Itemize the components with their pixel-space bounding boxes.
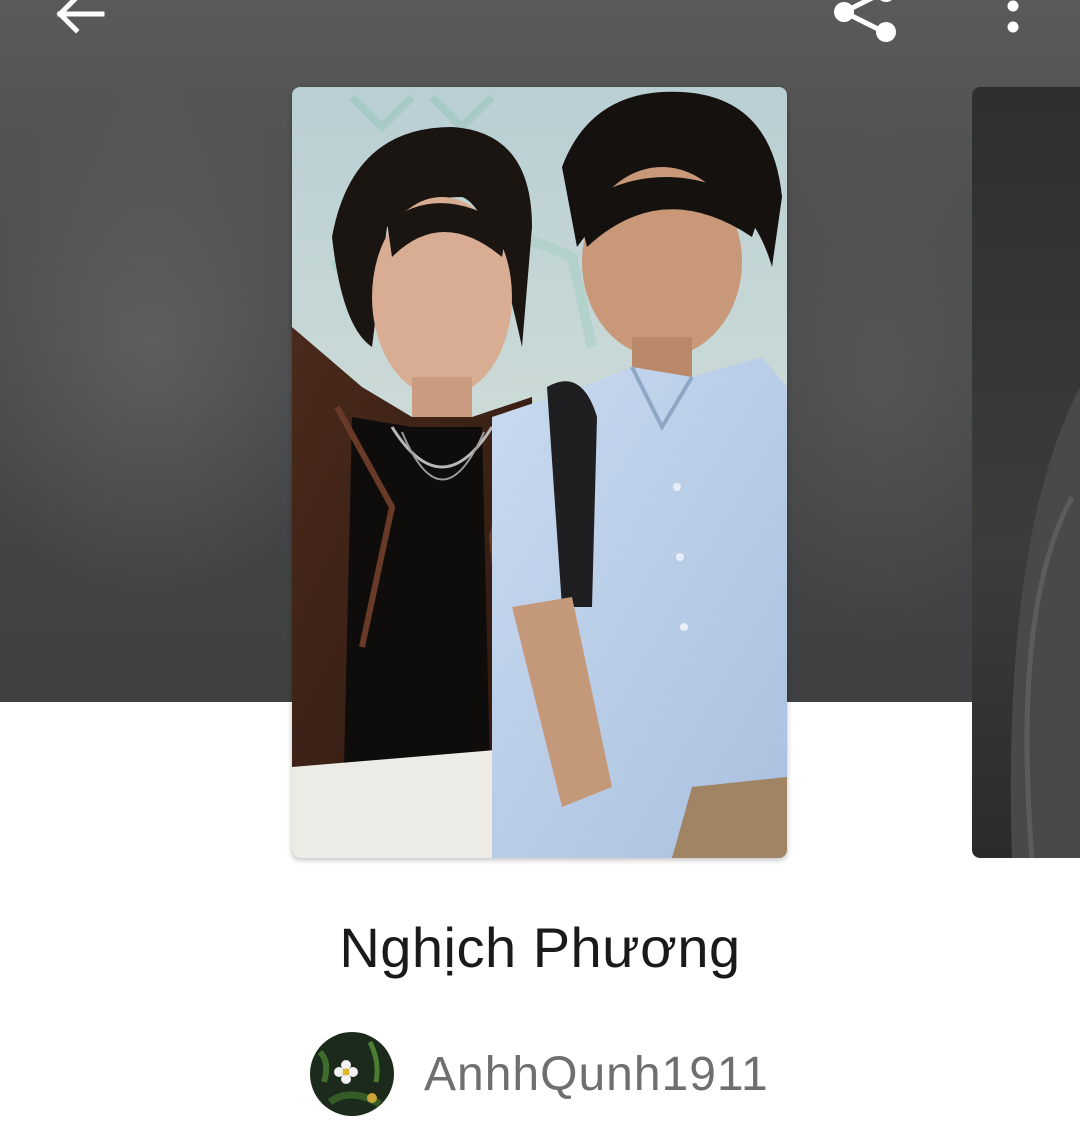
share-icon[interactable] <box>828 0 902 48</box>
author-name[interactable]: AnhhQunh1911 <box>424 1047 769 1102</box>
next-story-cover[interactable] <box>972 87 1080 858</box>
story-cover[interactable] <box>292 87 787 858</box>
back-arrow-icon[interactable] <box>50 0 108 36</box>
story-title: Nghịch Phương <box>339 916 741 979</box>
cover-illustration <box>292 87 787 858</box>
author-avatar[interactable] <box>310 1032 394 1116</box>
next-cover-illustration <box>1010 387 1080 858</box>
author-row[interactable]: AnhhQunh1911 <box>310 1032 769 1116</box>
avatar-image <box>310 1032 394 1116</box>
more-vertical-icon[interactable] <box>1000 0 1026 42</box>
